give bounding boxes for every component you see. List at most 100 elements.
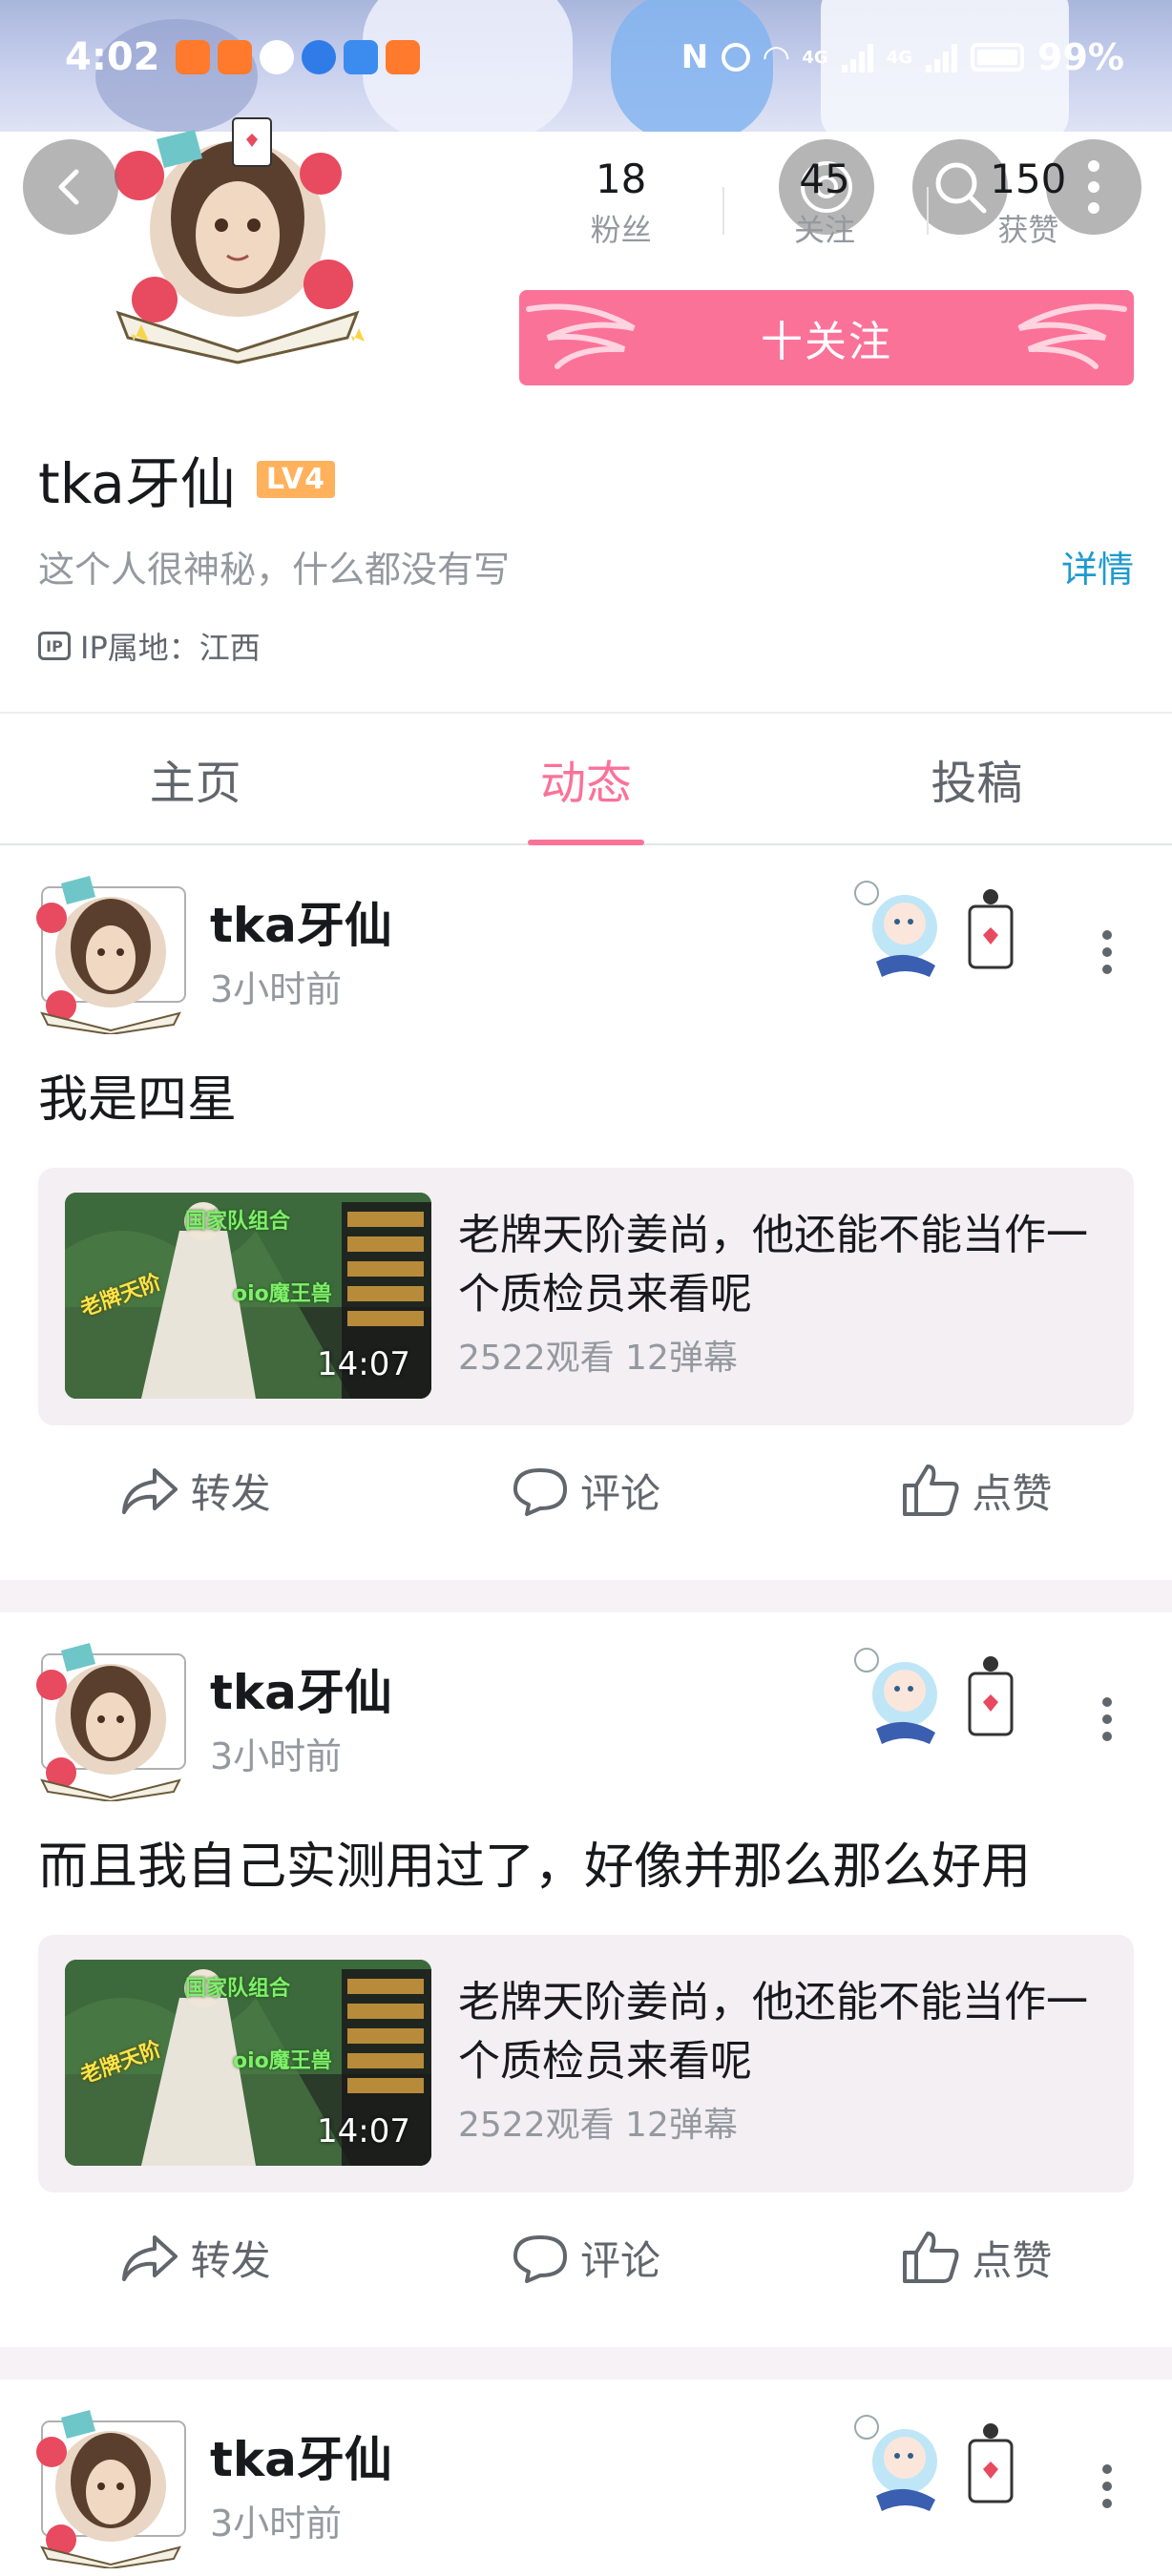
post-more-button[interactable] [1088, 1681, 1126, 1757]
thumb-caption: oio魔王兽 [233, 1282, 332, 1306]
battery-icon [971, 43, 1025, 72]
username-row: tka牙仙 LV4 [38, 439, 335, 519]
network-type-1: 4G [802, 47, 828, 68]
comment-icon [513, 1468, 567, 1516]
profile-tabs: 主页 动态 投稿 [0, 714, 1172, 845]
video-duration: 14:07 [317, 2112, 410, 2150]
comment-action[interactable]: 评论 [390, 2210, 781, 2305]
share-arrow-icon [121, 2235, 178, 2281]
like-label: 点赞 [972, 2236, 1053, 2284]
wing-decor-icon [526, 303, 636, 369]
wifi-icon: ◠ [764, 38, 789, 76]
video-meta: 2522观看 12弹幕 [458, 1339, 738, 1378]
notification-icons [175, 40, 420, 74]
video-thumbnail[interactable]: 国家队组合 老牌天阶 oio魔王兽 14:07 [65, 1193, 431, 1399]
app-notification-icon [343, 40, 378, 74]
post-time: 3小时前 [210, 968, 343, 1010]
post-avatar[interactable] [23, 870, 195, 1034]
decoration-sticker-icon [854, 1648, 1014, 1744]
tab-submissions[interactable]: 投稿 [782, 714, 1172, 843]
profile-page: 4:02 N ◠ 4G 4G 99% 18 粉丝 45 关注 150 获赞 十关… [0, 0, 1172, 2576]
bio: 这个人很神秘，什么都没有写 [38, 549, 511, 591]
comment-label: 评论 [579, 2236, 660, 2284]
thumbs-up-icon [903, 2232, 959, 2283]
decoration-sticker-icon [854, 881, 1014, 977]
stat-label: 获赞 [997, 212, 1059, 248]
ip-icon: IP [38, 632, 71, 660]
post-author[interactable]: tka牙仙 [210, 2421, 392, 2490]
post-text: 而且我自己实测用过了，好像并那么那么好用 [38, 1839, 1032, 1896]
post-separator [0, 1580, 1172, 1612]
back-arrow-icon [58, 169, 79, 205]
video-thumbnail[interactable]: 国家队组合 老牌天阶 oio魔王兽 14:07 [65, 1960, 431, 2166]
tab-home[interactable]: 主页 [0, 714, 390, 843]
post-actions: 转发 评论 点赞 [0, 2210, 1172, 2305]
ip-location: IP IP属地：江西 [38, 624, 261, 668]
post-time: 3小时前 [210, 1735, 343, 1777]
alarm-icon [722, 43, 751, 72]
thumb-caption: oio魔王兽 [233, 2049, 332, 2073]
status-time: 4:02 [65, 35, 160, 79]
profile-avatar[interactable] [99, 113, 376, 366]
username: tka牙仙 [38, 451, 236, 516]
post-time: 3小时前 [210, 2503, 343, 2545]
video-title[interactable]: 老牌天阶姜尚，他还能不能当作一个质检员来看呢 [458, 1973, 1117, 2091]
details-link[interactable]: 详情 [1061, 540, 1134, 592]
stat-label: 粉丝 [590, 212, 652, 248]
decoration-sticker-icon [854, 2415, 1014, 2511]
app-notification-icon [217, 40, 252, 74]
video-meta: 2522观看 12弹幕 [458, 2106, 738, 2145]
video-card[interactable]: 国家队组合 老牌天阶 oio魔王兽 14:07 老牌天阶姜尚，他还能不能当作一个… [38, 1935, 1134, 2192]
thumbs-up-icon [903, 1465, 959, 1516]
share-label: 转发 [190, 2236, 271, 2284]
feed-post: tka牙仙 3小时前 而且我自己实测用过了，好像并那么那么好用 国家队组合 老牌… [0, 1614, 1172, 2381]
post-avatar[interactable] [23, 2404, 195, 2568]
like-action[interactable]: 点赞 [782, 2210, 1172, 2305]
signal-icon [841, 42, 873, 73]
tab-dynamics[interactable]: 动态 [390, 714, 781, 843]
post-more-button[interactable] [1088, 914, 1126, 990]
post-text: 我是四星 [38, 1071, 238, 1129]
comment-action[interactable]: 评论 [390, 1443, 781, 1538]
stat-fans[interactable]: 18 粉丝 [519, 153, 722, 267]
feed-post: tka牙仙 3小时前 我是四星 国家队组合 老牌天阶 oio魔王兽 14:07 … [0, 847, 1172, 1614]
stat-likes[interactable]: 150 获赞 [926, 153, 1130, 267]
app-notification-icon [385, 40, 420, 74]
post-more-button[interactable] [1088, 2448, 1126, 2524]
thumb-caption: 国家队组合 [185, 1977, 291, 2001]
video-title[interactable]: 老牌天阶姜尚，他还能不能当作一个质检员来看呢 [458, 1206, 1117, 1324]
app-notification-icon [175, 40, 210, 74]
video-card[interactable]: 国家队组合 老牌天阶 oio魔王兽 14:07 老牌天阶姜尚，他还能不能当作一个… [38, 1168, 1134, 1425]
signal-icon [926, 42, 958, 73]
stat-label: 关注 [793, 212, 855, 248]
comment-label: 评论 [579, 1469, 660, 1517]
share-arrow-icon [121, 1468, 178, 1514]
post-actions: 转发 评论 点赞 [0, 1443, 1172, 1538]
system-status: N ◠ 4G 4G 99% [681, 36, 1124, 78]
share-action[interactable]: 转发 [0, 1443, 390, 1538]
stat-following[interactable]: 45 关注 [722, 153, 926, 267]
app-notification-icon [301, 40, 336, 74]
post-author[interactable]: tka牙仙 [210, 1654, 392, 1723]
comment-icon [513, 2235, 567, 2283]
like-action[interactable]: 点赞 [782, 1443, 1172, 1538]
feed-post: tka牙仙 3小时前 [0, 2381, 1172, 2576]
stat-value: 150 [990, 156, 1067, 202]
nfc-icon: N [680, 38, 709, 76]
follow-label: 十关注 [761, 318, 892, 366]
app-notification-icon [259, 40, 294, 74]
stat-value: 18 [595, 156, 647, 202]
thumb-caption: 国家队组合 [185, 1210, 291, 1234]
post-separator [0, 2347, 1172, 2379]
post-author[interactable]: tka牙仙 [210, 887, 392, 956]
video-duration: 14:07 [317, 1345, 410, 1383]
share-label: 转发 [190, 1469, 271, 1517]
ip-location-text: IP属地：江西 [80, 630, 261, 666]
post-avatar[interactable] [23, 1637, 195, 1801]
back-button[interactable] [23, 139, 118, 235]
stat-value: 45 [799, 156, 850, 202]
share-action[interactable]: 转发 [0, 2210, 390, 2305]
follow-button[interactable]: 十关注 [519, 290, 1134, 385]
wing-decor-icon [1017, 303, 1127, 369]
battery-percent: 99% [1037, 36, 1124, 78]
